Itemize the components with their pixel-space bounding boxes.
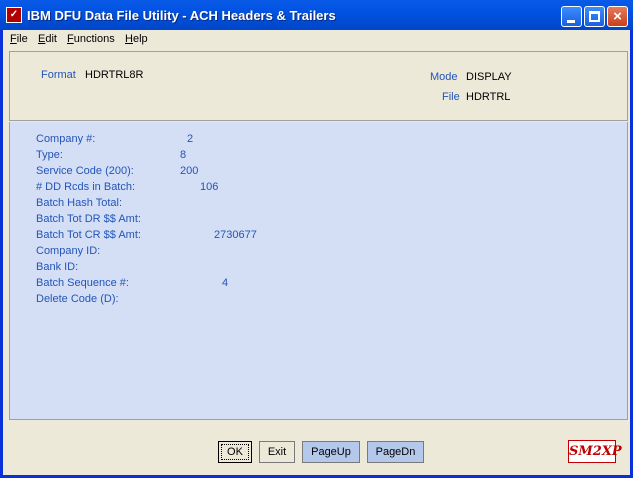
field-bank-id-label: Bank ID:: [36, 261, 79, 273]
field-batch-seq-label: Batch Sequence #:: [36, 277, 129, 289]
menu-functions-label: unctions: [73, 33, 115, 45]
menu-help-label: elp: [132, 33, 148, 45]
pageup-button[interactable]: PageUp: [302, 441, 360, 463]
window-title: IBM DFU Data File Utility - ACH Headers …: [27, 8, 336, 23]
field-type-value: 8: [180, 149, 187, 161]
maximize-icon: [589, 11, 600, 22]
field-dd-rcds-label: # DD Rcds in Batch:: [36, 181, 136, 193]
header-panel: Format HDRTRL8R Mode DISPLAY File HDRTRL: [9, 51, 628, 121]
minimize-button[interactable]: [561, 6, 582, 27]
format-value: HDRTRL8R: [85, 69, 144, 81]
file-value: HDRTRL: [466, 91, 511, 103]
menu-file-accel: F: [10, 33, 17, 45]
field-service-code-value: 200: [180, 165, 199, 177]
menu-functions[interactable]: Functions: [67, 33, 115, 45]
footer-bar: OK Exit PageUp PageDn SM2XP: [9, 421, 628, 471]
menu-edit[interactable]: Edit: [38, 33, 57, 45]
menu-file-label: ile: [16, 33, 28, 45]
field-cr-amt-value: 2730677: [214, 229, 257, 241]
menu-file[interactable]: File: [10, 33, 28, 45]
field-type-label: Type:: [36, 149, 63, 161]
field-delete-code-label: Delete Code (D):: [36, 293, 119, 305]
app-icon[interactable]: ✓: [6, 7, 22, 23]
ok-button-label: OK: [221, 444, 249, 460]
main-window: ✓ IBM DFU Data File Utility - ACH Header…: [0, 0, 633, 478]
maximize-button[interactable]: [584, 6, 605, 27]
mode-value: DISPLAY: [466, 71, 512, 83]
field-dr-amt-label: Batch Tot DR $$ Amt:: [36, 213, 141, 225]
mode-label: Mode: [430, 71, 458, 83]
menu-edit-label: dit: [45, 33, 57, 45]
field-cr-amt-label: Batch Tot CR $$ Amt:: [36, 229, 141, 241]
field-company-label: Company #:: [36, 133, 96, 145]
close-button[interactable]: ×: [607, 6, 628, 27]
field-service-code-label: Service Code (200):: [36, 165, 134, 177]
close-icon: ×: [613, 8, 622, 25]
menu-bar: File Edit Functions Help: [3, 30, 630, 49]
field-hash-total-label: Batch Hash Total:: [36, 197, 123, 209]
pagedn-button[interactable]: PageDn: [367, 441, 424, 463]
field-batch-seq-value: 4: [222, 277, 229, 289]
detail-panel: Company #: 2 Type: 8 Service Code (200):…: [9, 122, 628, 420]
format-label: Format: [41, 69, 76, 81]
exit-button[interactable]: Exit: [259, 441, 295, 463]
field-company-id-label: Company ID:: [36, 245, 101, 257]
ok-button[interactable]: OK: [218, 441, 252, 463]
minimize-icon: [567, 20, 575, 23]
sm2xp-logo: SM2XP: [568, 440, 622, 463]
menu-functions-accel: F: [67, 33, 74, 45]
file-label: File: [442, 91, 460, 103]
field-dd-rcds-value: 106: [200, 181, 219, 193]
title-bar[interactable]: ✓ IBM DFU Data File Utility - ACH Header…: [0, 0, 633, 30]
field-company-value: 2: [187, 133, 194, 145]
menu-help-accel: H: [125, 33, 133, 45]
menu-help[interactable]: Help: [125, 33, 148, 45]
